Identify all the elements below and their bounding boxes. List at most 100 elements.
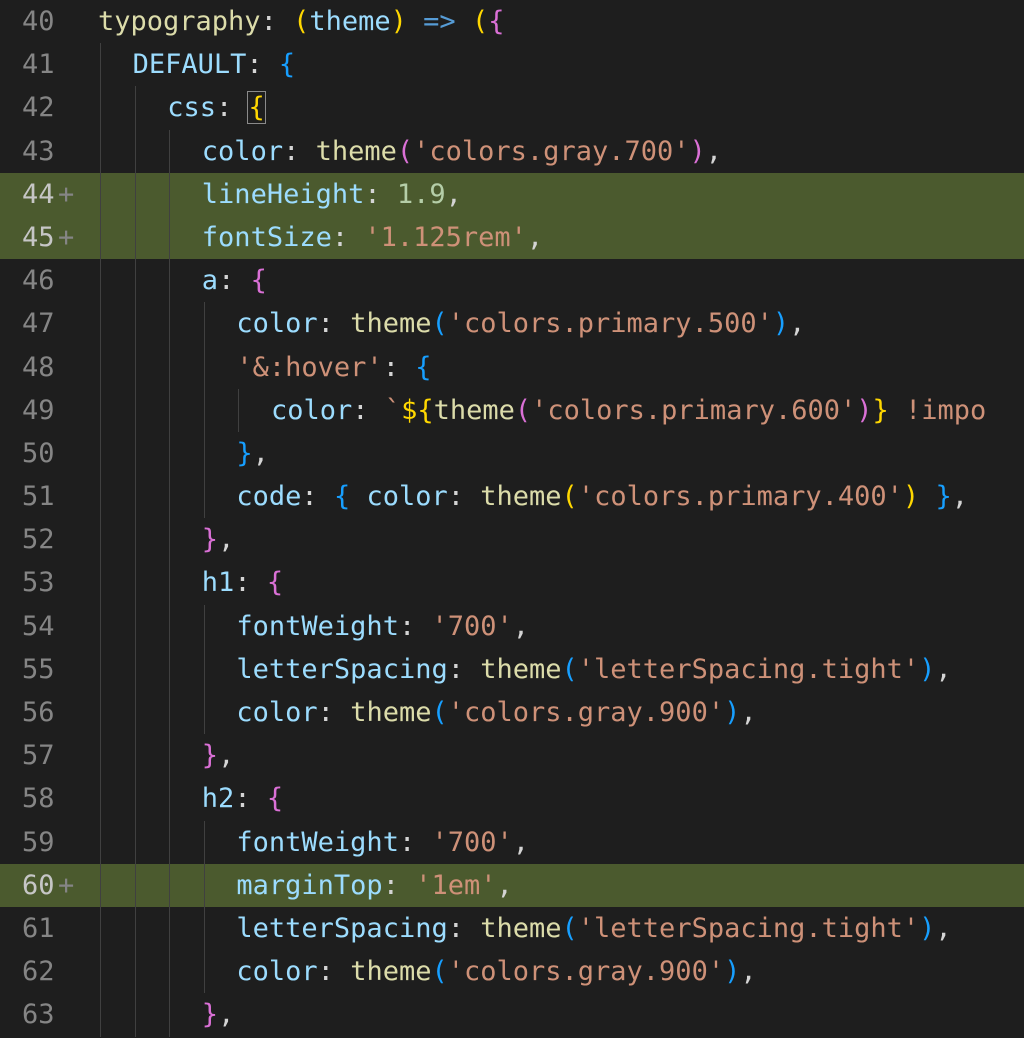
indent-guide xyxy=(169,647,171,691)
code-line[interactable]: }, xyxy=(92,431,1024,476)
code-line[interactable]: h1: { xyxy=(92,561,1024,605)
indent-guide xyxy=(134,993,136,1037)
line-number: 52 xyxy=(22,524,55,556)
line-number: 42 xyxy=(22,92,55,124)
indent-guide xyxy=(169,302,171,346)
indent-guide xyxy=(100,906,101,951)
code-text: color: theme('colors.gray.900'), xyxy=(236,956,756,987)
code-token: lineHeight xyxy=(201,178,365,210)
code-text: color: theme('colors.primary.500'), xyxy=(236,308,805,339)
code-line[interactable]: lineHeight: 1.9, xyxy=(92,172,1024,216)
indent-guide xyxy=(100,388,101,432)
indent-guide xyxy=(100,647,101,691)
code-token: ) xyxy=(919,912,936,944)
code-line[interactable]: a: { xyxy=(92,259,1024,303)
code-line[interactable]: color: theme('colors.gray.900'), xyxy=(92,691,1024,735)
indent-guide xyxy=(169,129,171,173)
line-number: 56 xyxy=(22,697,55,728)
code-token: , xyxy=(526,221,544,253)
indent-guide xyxy=(134,431,136,476)
indent-guide xyxy=(169,604,171,648)
code-line[interactable]: color: `${theme('colors.primary.600')} !… xyxy=(92,388,1024,432)
code-text: }, xyxy=(202,524,235,555)
code-token: ( xyxy=(514,394,532,426)
code-token: '700' xyxy=(431,610,513,642)
code-line[interactable]: color: theme('colors.gray.700'), xyxy=(92,129,1024,173)
indent-guide xyxy=(134,345,136,389)
code-text: h1: { xyxy=(202,567,283,598)
code-line[interactable]: marginTop: '1em', xyxy=(92,863,1024,907)
indent-guide xyxy=(134,950,136,994)
indent-guide xyxy=(134,302,136,346)
line-number-gutter[interactable]: 40 41 42 43 44 +45 +46 47 48 49 50 51 52 53 54 55 56 57 58… xyxy=(0,0,92,1038)
code-token: : xyxy=(447,653,481,685)
gutter-line: 40 xyxy=(0,0,92,43)
code-text: a: { xyxy=(202,265,267,296)
code-line[interactable]: fontWeight: '700', xyxy=(92,820,1024,864)
indent-guide xyxy=(169,734,171,778)
code-token: h1 xyxy=(201,567,235,599)
code-line[interactable]: css: { xyxy=(92,86,1024,130)
code-line[interactable]: code: { color: theme('colors.primary.400… xyxy=(92,475,1024,519)
code-line[interactable]: }, xyxy=(92,993,1024,1037)
code-line[interactable]: letterSpacing: theme('letterSpacing.tigh… xyxy=(92,647,1024,691)
code-token: : xyxy=(331,221,365,253)
code-token: : xyxy=(260,6,294,37)
code-line[interactable]: color: theme('colors.primary.500'), xyxy=(92,302,1024,346)
code-line[interactable]: color: theme('colors.gray.900'), xyxy=(92,950,1024,994)
code-token: ${ xyxy=(401,394,434,426)
code-token: } xyxy=(201,740,219,772)
gutter-line: 59 xyxy=(0,821,92,864)
code-token: 'colors.primary.600' xyxy=(531,394,857,426)
code-token: 1.9 xyxy=(396,178,446,210)
code-token: !impo xyxy=(888,394,987,426)
code-line[interactable]: h2: { xyxy=(92,777,1024,821)
gutter-line: 56 xyxy=(0,691,92,734)
code-line[interactable]: }, xyxy=(92,518,1024,562)
indent-guide xyxy=(100,431,101,476)
code-line[interactable]: typography: (theme) => ({ xyxy=(92,0,1024,43)
indent-guide xyxy=(100,604,101,648)
code-line[interactable]: fontWeight: '700', xyxy=(92,604,1024,648)
indent-guide xyxy=(100,215,101,260)
code-area[interactable]: typography: (theme) => ({DEFAULT: {css: … xyxy=(92,0,1024,1038)
code-token: : xyxy=(352,394,385,426)
indent-guide xyxy=(203,820,205,864)
code-token: 'colors.gray.900' xyxy=(447,956,725,988)
code-editor[interactable]: 40 41 42 43 44 +45 +46 47 48 49 50 51 52 53 54 55 56 57 58… xyxy=(0,0,1024,1038)
code-token: { xyxy=(250,265,267,297)
indent-guide xyxy=(169,172,171,216)
code-token: 'letterSpacing.tight' xyxy=(577,912,920,944)
code-token: { xyxy=(278,49,296,81)
code-token: 'colors.primary.500' xyxy=(447,308,773,340)
code-line[interactable]: letterSpacing: theme('letterSpacing.tigh… xyxy=(92,906,1024,951)
indent-guide xyxy=(169,691,171,735)
code-token: '700' xyxy=(431,826,513,858)
line-number: 49 xyxy=(22,394,55,426)
indent-guide xyxy=(169,345,171,389)
code-line[interactable]: DEFAULT: { xyxy=(92,43,1024,87)
indent-guide xyxy=(100,734,101,778)
indent-guide xyxy=(100,993,101,1037)
code-line[interactable]: '&:hover': { xyxy=(92,345,1024,389)
indent-guide xyxy=(134,259,136,303)
code-token: color xyxy=(366,481,448,513)
code-line[interactable]: }, xyxy=(92,734,1024,778)
code-token: theme xyxy=(480,653,562,685)
gutter-line: 55 xyxy=(0,648,92,691)
gutter-line: 58 xyxy=(0,777,92,820)
code-token: : xyxy=(301,481,334,513)
gutter-line: 48 xyxy=(0,346,92,389)
indent-guide xyxy=(169,863,171,907)
code-token: 'colors.gray.900' xyxy=(447,697,725,728)
indent-guide xyxy=(134,906,136,951)
indent-guide xyxy=(169,431,171,476)
code-line[interactable]: fontSize: '1.125rem', xyxy=(92,215,1024,260)
code-token: , xyxy=(218,999,235,1031)
code-token: 'colors.gray.700' xyxy=(413,135,690,167)
indent-guide xyxy=(169,388,171,432)
